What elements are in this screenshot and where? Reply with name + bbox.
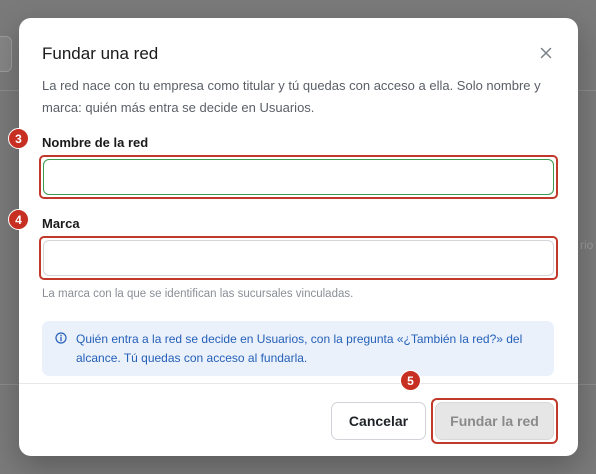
background-divider: [0, 90, 20, 91]
close-button[interactable]: [537, 44, 555, 62]
background-divider: [578, 90, 596, 91]
network-name-label: Nombre de la red: [42, 135, 149, 150]
create-network-button[interactable]: Fundar la red: [435, 402, 554, 440]
annotation-badge-3: 3: [8, 128, 29, 149]
brand-label: Marca: [42, 216, 80, 231]
create-network-dialog: Fundar una red La red nace con tu empres…: [19, 18, 578, 456]
info-text: Quién entra a la red se decide en Usuari…: [76, 332, 523, 365]
footer-divider: [19, 383, 578, 384]
dialog-title: Fundar una red: [42, 44, 159, 63]
annotation-badge-4: 4: [8, 209, 29, 230]
info-callout: Quién entra a la red se decide en Usuari…: [42, 321, 554, 376]
brand-highlight: [39, 236, 558, 280]
network-name-highlight: [39, 155, 558, 199]
cancel-button[interactable]: Cancelar: [331, 402, 426, 440]
network-name-input[interactable]: [43, 159, 554, 195]
background-text: rio: [580, 238, 594, 252]
annotation-badge-5: 5: [400, 370, 421, 391]
brand-hint: La marca con la que se identifican las s…: [42, 288, 354, 300]
submit-highlight: Fundar la red: [431, 398, 558, 444]
background-control: [0, 36, 12, 72]
close-icon: [540, 47, 552, 59]
brand-input[interactable]: [43, 240, 554, 276]
background-divider: [578, 384, 596, 385]
info-icon: [55, 332, 67, 344]
background-divider: [0, 384, 20, 385]
dialog-description: La red nace con tu empresa como titular …: [42, 78, 541, 115]
